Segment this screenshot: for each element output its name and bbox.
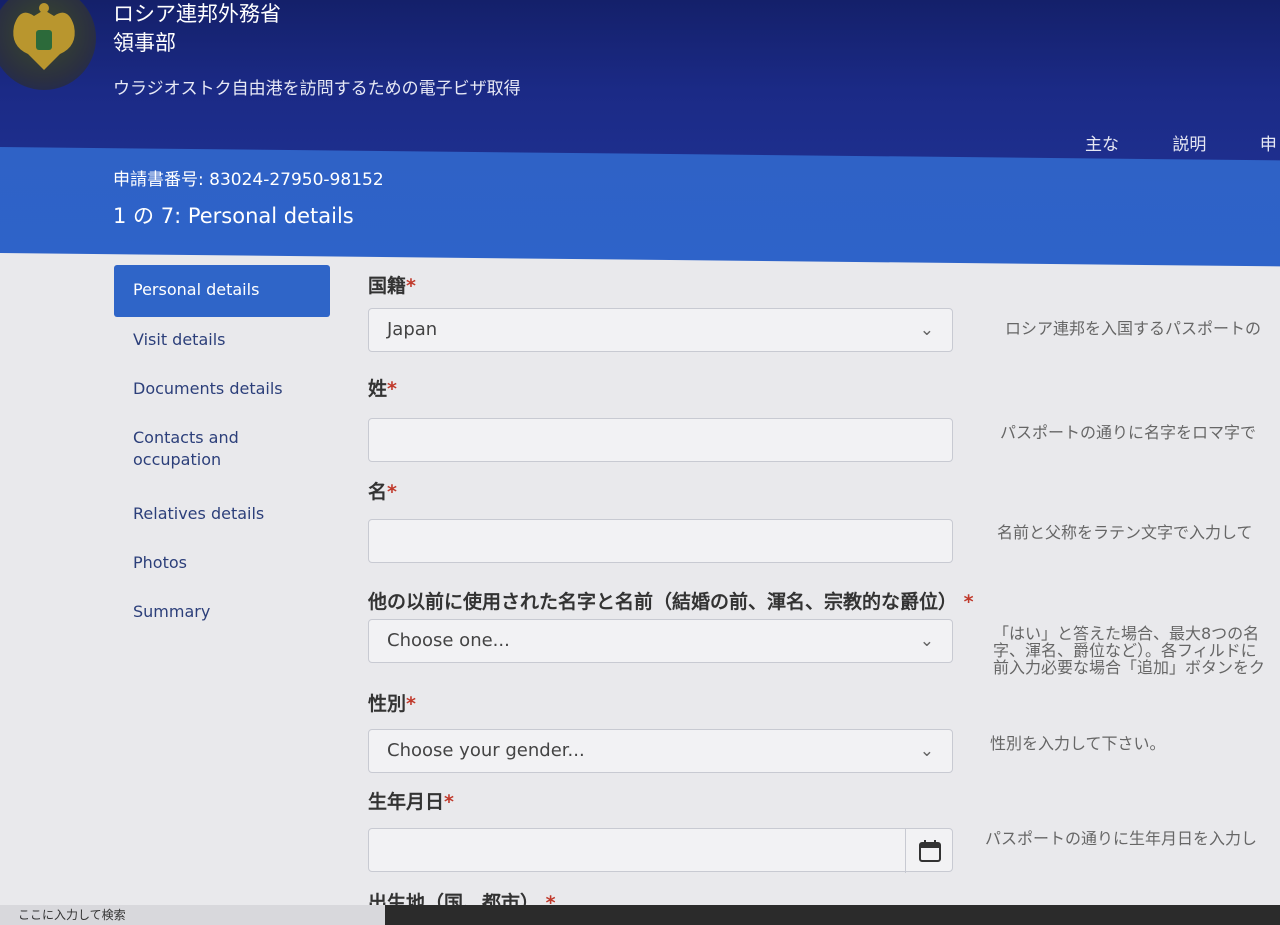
nav-description[interactable]: 説明 [1172, 130, 1206, 155]
ministry-title: ロシア連邦外務省 領事部 [113, 0, 281, 58]
gender-value: Choose your gender... [387, 740, 585, 761]
gender-label: 性別* [368, 689, 416, 716]
other-names-label: 他の以前に使用された名字と名前（結婚の前、渾名、宗教的な爵位） * [368, 587, 974, 614]
nav-application[interactable]: 申 [1260, 130, 1277, 155]
other-names-hint: 「はい」と答えた場合、最大8つの名 字、渾名、爵位など）。各フィルドに 前入力必… [993, 625, 1265, 676]
birth-date-hint: パスポートの通りに生年月日を入力し [985, 829, 1258, 848]
nav-main[interactable]: 主な [1085, 130, 1119, 155]
gender-hint: 性別を入力して下さい。 [990, 734, 1166, 753]
birth-date-input[interactable] [368, 828, 953, 873]
nationality-hint: ロシア連邦を入国するパスポートの [1005, 319, 1262, 338]
other-names-select[interactable]: Choose one... ⌄ [368, 619, 953, 663]
sidebar-item-personal-details[interactable]: Personal details [114, 265, 330, 317]
gender-select[interactable]: Choose your gender... ⌄ [368, 729, 953, 773]
step-title: 1 の 7: Personal details [113, 204, 354, 228]
nationality-label: 国籍* [368, 271, 416, 298]
nationality-label-text: 国籍 [368, 275, 407, 297]
gender-label-text: 性別 [368, 693, 407, 715]
sidebar-item-visit-details[interactable]: Visit details [114, 317, 330, 366]
nationality-select[interactable]: Japan ⌄ [368, 308, 953, 352]
chevron-down-icon: ⌄ [919, 741, 934, 761]
sidebar-item-photos[interactable]: Photos [114, 540, 330, 589]
chevron-down-icon: ⌄ [919, 320, 934, 340]
taskbar-search[interactable]: ここに入力して検索 [0, 905, 385, 925]
ministry-name: ロシア連邦外務省 [113, 2, 281, 26]
department-name: 領事部 [113, 31, 176, 55]
other-names-label-text: 他の以前に使用された名字と名前（結婚の前、渾名、宗教的な爵位） [368, 591, 958, 613]
given-name-label-text: 名 [368, 481, 388, 503]
chevron-down-icon: ⌄ [919, 631, 934, 651]
other-names-hint-line: 字、渾名、爵位など）。各フィルドに [993, 641, 1257, 660]
given-name-hint: 名前と父称をラテン文字で入力して [997, 523, 1253, 542]
other-names-hint-line: 「はい」と答えた場合、最大8つの名 [993, 624, 1260, 643]
sidebar-item-relatives-details[interactable]: Relatives details [114, 491, 330, 540]
required-mark: * [444, 791, 454, 813]
application-number: 申請書番号: 83024-27950-98152 [113, 170, 384, 190]
other-names-hint-line: 前入力必要な場合「追加」ボタンをク [993, 658, 1266, 677]
birth-date-label-text: 生年月日 [368, 791, 445, 813]
birth-date-label: 生年月日* [368, 787, 454, 814]
required-mark: * [387, 481, 397, 503]
given-name-label: 名* [368, 477, 397, 504]
required-mark: * [387, 378, 397, 400]
given-name-input[interactable] [368, 519, 953, 563]
calendar-button[interactable] [905, 829, 952, 873]
required-mark: * [406, 275, 416, 297]
required-mark: * [957, 591, 974, 613]
surname-label: 姓* [368, 374, 397, 401]
site-subtitle: ウラジオストク自由港を訪問するための電子ビザ取得 [113, 79, 521, 99]
surname-input[interactable] [368, 418, 953, 462]
steps-sidebar: Personal details Visit details Documents… [114, 265, 330, 638]
sidebar-item-summary[interactable]: Summary [114, 589, 330, 638]
nationality-value: Japan [387, 319, 438, 340]
surname-label-text: 姓 [368, 378, 388, 400]
coat-of-arms-emblem [0, 0, 96, 90]
top-nav: 主な 説明 申 [1085, 130, 1280, 155]
sidebar-item-contacts-occupation[interactable]: Contacts and occupation [114, 415, 330, 491]
required-mark: * [406, 693, 416, 715]
site-header: ロシア連邦外務省 領事部 ウラジオストク自由港を訪問するための電子ビザ取得 主な… [0, 0, 1280, 165]
surname-hint: パスポートの通りに名字をロマ字で [1000, 423, 1257, 442]
calendar-icon [919, 840, 941, 862]
other-names-value: Choose one... [387, 630, 510, 651]
sidebar-item-documents-details[interactable]: Documents details [114, 366, 330, 415]
